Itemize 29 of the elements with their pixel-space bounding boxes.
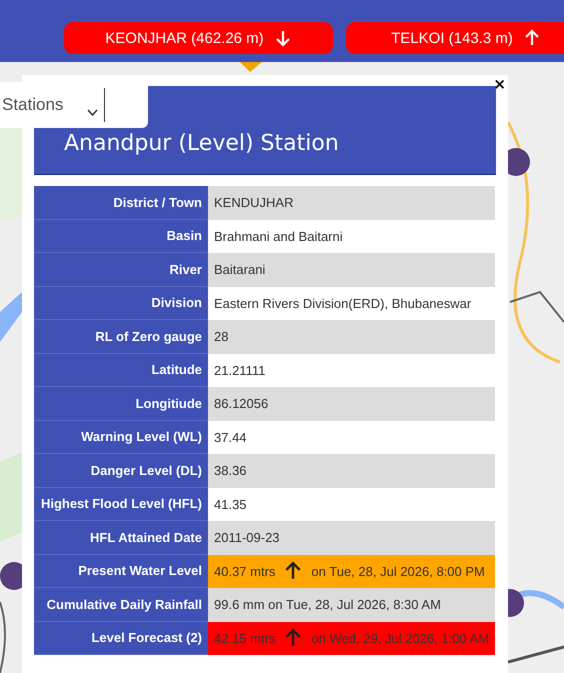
row-label: Level Forecast (2)	[34, 622, 208, 655]
row-label: Present Water Level	[34, 554, 208, 588]
row-label: Warning Level (WL)	[34, 420, 208, 454]
row-label: Basin	[34, 220, 208, 253]
row-label: District / Town	[34, 186, 208, 220]
value-cell: Baitarani	[208, 253, 495, 286]
row-label: Cumulative Daily Rainfall	[34, 588, 208, 622]
chevron-icon	[87, 108, 98, 116]
highlighted-value-cell: 42.15 mtrs on Wed, 29, Jul 2026, 1:00 AM	[208, 622, 495, 655]
gauge-button[interactable]: KEONJHAR (462.26 m)	[64, 22, 333, 54]
value-cell: 28	[208, 320, 495, 354]
value-cell: 38.36	[208, 454, 495, 488]
highlighted-value-cell: 40.37 mtrs on Tue, 28, Jul 2026, 8:00 PM	[208, 554, 495, 588]
row-label: Highest Flood Level (HFL)	[34, 488, 208, 521]
value-cell: 2011-09-23	[208, 521, 495, 554]
row-label: Danger Level (DL)	[34, 454, 208, 488]
row-label: HFL Attained Date	[34, 521, 208, 554]
row-label: Latitude	[34, 354, 208, 387]
value-cell: 86.12056	[208, 387, 495, 420]
value-cell: KENDUJHAR	[208, 186, 495, 220]
station-select[interactable]: Stations	[0, 82, 148, 128]
row-label: Longitiude	[34, 387, 208, 420]
close-button[interactable]: ×	[493, 77, 506, 92]
row-label: River	[34, 253, 208, 286]
value-cell: 99.6 mm on Tue, 28, Jul 2026, 8:30 AM	[208, 588, 495, 622]
row-label: RL of Zero gauge	[34, 320, 208, 354]
station-title: Anandpur (Level) Station	[64, 130, 339, 156]
row-label: Division	[34, 286, 208, 320]
gauge-button[interactable]: TELKOI (143.3 m)	[346, 22, 564, 54]
